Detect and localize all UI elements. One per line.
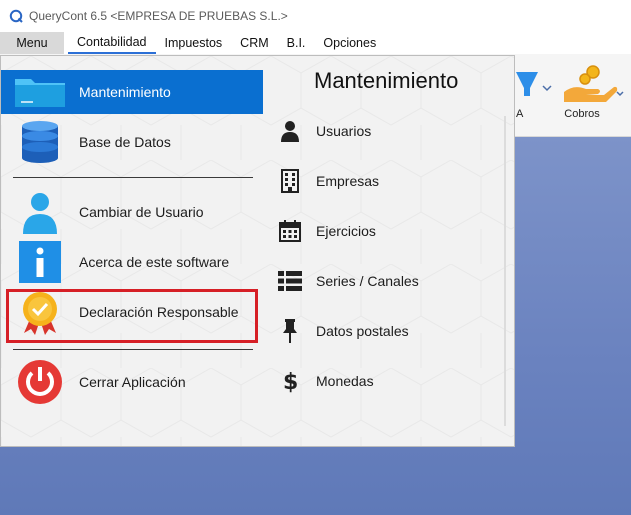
info-icon [13,240,67,284]
submenu-item-label: Empresas [316,173,380,189]
cobros-button[interactable]: Cobros [558,62,628,124]
highlight-annotation-box [6,289,258,343]
submenu-item-monedas[interactable]: $ Monedas [277,361,497,401]
submenu-item-label: Usuarios [316,123,372,139]
menu-item-cambiar-usuario[interactable]: Cambiar de Usuario [13,190,263,234]
submenu-title: Mantenimiento [314,68,459,93]
main-menu-panel: Mantenimiento Base de Datos Cambiar de U… [1,56,263,446]
funnel-icon [516,72,552,96]
menu-item-label: Acerca de este software [79,254,230,270]
tab-contabilidad[interactable]: Contabilidad [68,32,156,54]
submenu-scrollbar[interactable] [504,116,506,426]
submenu-item-ejercicios[interactable]: Ejercicios [277,211,497,251]
application-menu-dropdown: Mantenimiento Base de Datos Cambiar de U… [0,55,515,447]
menu-item-base-de-datos[interactable]: Base de Datos [13,120,263,164]
submenu-item-empresas[interactable]: Empresas [277,161,497,201]
menu-separator [13,177,253,178]
submenu-item-usuarios[interactable]: Usuarios [277,111,497,151]
calendar-icon [277,218,303,244]
user-icon [13,190,67,234]
menu-item-acerca[interactable]: Acerca de este software [13,240,263,284]
app-logo-icon [9,9,23,23]
menu-separator [13,349,253,350]
folder-icon [13,70,67,114]
submenu-item-series-canales[interactable]: Series / Canales [277,261,497,301]
list-icon [277,268,303,294]
database-icon [13,120,67,164]
menu-item-label: Mantenimiento [79,84,171,100]
user-icon [277,118,303,144]
window-title: QueryCont 6.5 <EMPRESA DE PRUEBAS S.L.> [29,9,288,23]
menu-item-label: Cambiar de Usuario [79,204,204,220]
submenu-item-label: Ejercicios [316,223,376,239]
tab-impuestos[interactable]: Impuestos [156,32,232,54]
tab-crm[interactable]: CRM [231,32,277,54]
menu-button[interactable]: Menu [0,32,64,54]
menu-item-cerrar-aplicacion[interactable]: Cerrar Aplicación [13,360,263,404]
dollar-icon: $ [277,368,303,394]
cobros-label: Cobros [564,108,600,120]
tab-bi[interactable]: B.I. [278,32,315,54]
menu-item-mantenimiento[interactable]: Mantenimiento [1,70,263,114]
menu-bar: Menu Contabilidad Impuestos CRM B.I. Opc… [0,32,631,54]
submenu-item-label: Monedas [316,373,374,389]
submenu-panel: Mantenimiento Usuarios Empresas Ejercici… [263,56,514,446]
coins-hand-icon [564,65,624,102]
ribbon-partial-label: A [516,108,524,120]
title-bar: QueryCont 6.5 <EMPRESA DE PRUEBAS S.L.> [0,0,631,32]
tab-opciones[interactable]: Opciones [314,32,385,54]
submenu-item-label: Datos postales [316,323,409,339]
svg-text:$: $ [283,370,298,394]
pin-icon [277,318,303,344]
menu-item-label: Cerrar Aplicación [79,374,186,390]
ribbon-partial-button[interactable]: A [516,62,552,122]
power-icon [13,360,67,404]
building-icon [277,168,303,194]
submenu-item-datos-postales[interactable]: Datos postales [277,311,497,351]
submenu-item-label: Series / Canales [316,273,419,289]
menu-item-label: Base de Datos [79,134,171,150]
